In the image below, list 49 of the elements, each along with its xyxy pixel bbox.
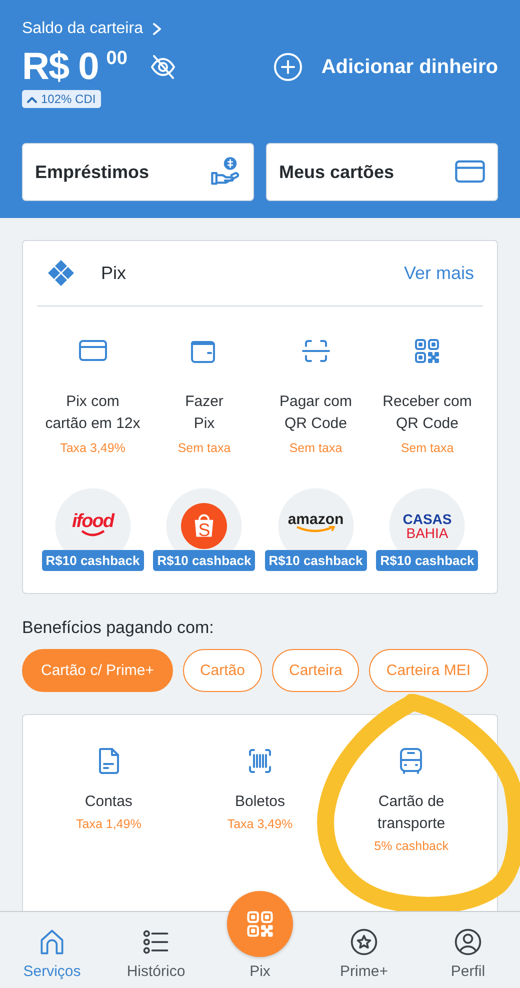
- nav-tab[interactable]: Prime+: [312, 912, 416, 988]
- nav-tab[interactable]: Histórico: [104, 912, 208, 988]
- see-more-link[interactable]: Ver mais: [404, 262, 474, 284]
- shortcut-button[interactable]: Meus cartões: [266, 143, 498, 201]
- profile-icon: [453, 927, 483, 957]
- fee-text: Taxa 1,49%: [76, 817, 142, 831]
- section-heading: Benefícios pagando com:: [22, 618, 215, 638]
- fee-text: Sem taxa: [289, 441, 342, 455]
- yield-badge: 102% CDI: [22, 90, 101, 108]
- action-item[interactable]: Pix com cartão em 12x: [45, 391, 140, 435]
- service-item[interactable]: Contas: [84, 791, 132, 813]
- partner-logo[interactable]: CASAS BAHIA: [389, 488, 466, 550]
- caret-up-icon: [27, 96, 37, 102]
- partner-logo[interactable]: amazon: [278, 488, 354, 550]
- shortcut-button[interactable]: Empréstimos: [22, 143, 254, 201]
- fee-text: Sem taxa: [400, 441, 454, 455]
- eye-off-icon: [149, 53, 178, 81]
- pix-fab-button[interactable]: [227, 891, 293, 957]
- add-money-button[interactable]: Adicionar dinheiro: [273, 52, 498, 82]
- action-item[interactable]: Receber com QR Code: [382, 391, 472, 435]
- cashback-badge: R$10 cashback: [264, 550, 367, 571]
- plus-circle-icon: [273, 52, 304, 82]
- fee-text: Taxa 3,49%: [60, 441, 126, 455]
- nav-tab[interactable]: Pix: [208, 963, 312, 988]
- service-item[interactable]: Boletos: [234, 791, 286, 813]
- action-item[interactable]: Fazer Pix: [185, 391, 224, 435]
- cashback-badge: R$10 cashback: [42, 550, 144, 571]
- nav-tab[interactable]: Serviços: [0, 912, 104, 988]
- logo-text: S: [197, 521, 212, 539]
- cashback-badge: R$10 cashback: [153, 550, 256, 571]
- partner-logo[interactable]: S: [166, 488, 242, 550]
- section-title: Pix: [101, 262, 128, 284]
- action-item[interactable]: Pagar com QR Code: [279, 391, 352, 435]
- balance-amount: R$ 0: [22, 46, 98, 88]
- fee-text: Taxa 3,49%: [227, 817, 293, 831]
- service-item[interactable]: Cartão de transporte: [378, 791, 446, 835]
- diamond-logo-icon: [47, 259, 75, 287]
- wallet-balance-link[interactable]: Saldo da carteira: [22, 20, 143, 38]
- cashback-badge: R$10 cashback: [376, 550, 478, 571]
- chevron-right-icon: [150, 22, 163, 36]
- shopping-bag-icon: [181, 503, 228, 549]
- logo-text: ifood: [72, 512, 114, 538]
- logo-text: CASAS BAHIA: [402, 512, 452, 540]
- fee-text: 5% cashback: [374, 839, 448, 853]
- logo-text: amazon: [288, 512, 344, 534]
- fee-text: Sem taxa: [178, 441, 231, 455]
- partner-logo[interactable]: ifood: [54, 488, 131, 550]
- balance-cents: 00: [106, 48, 128, 70]
- nav-tab[interactable]: Perfil: [416, 912, 520, 988]
